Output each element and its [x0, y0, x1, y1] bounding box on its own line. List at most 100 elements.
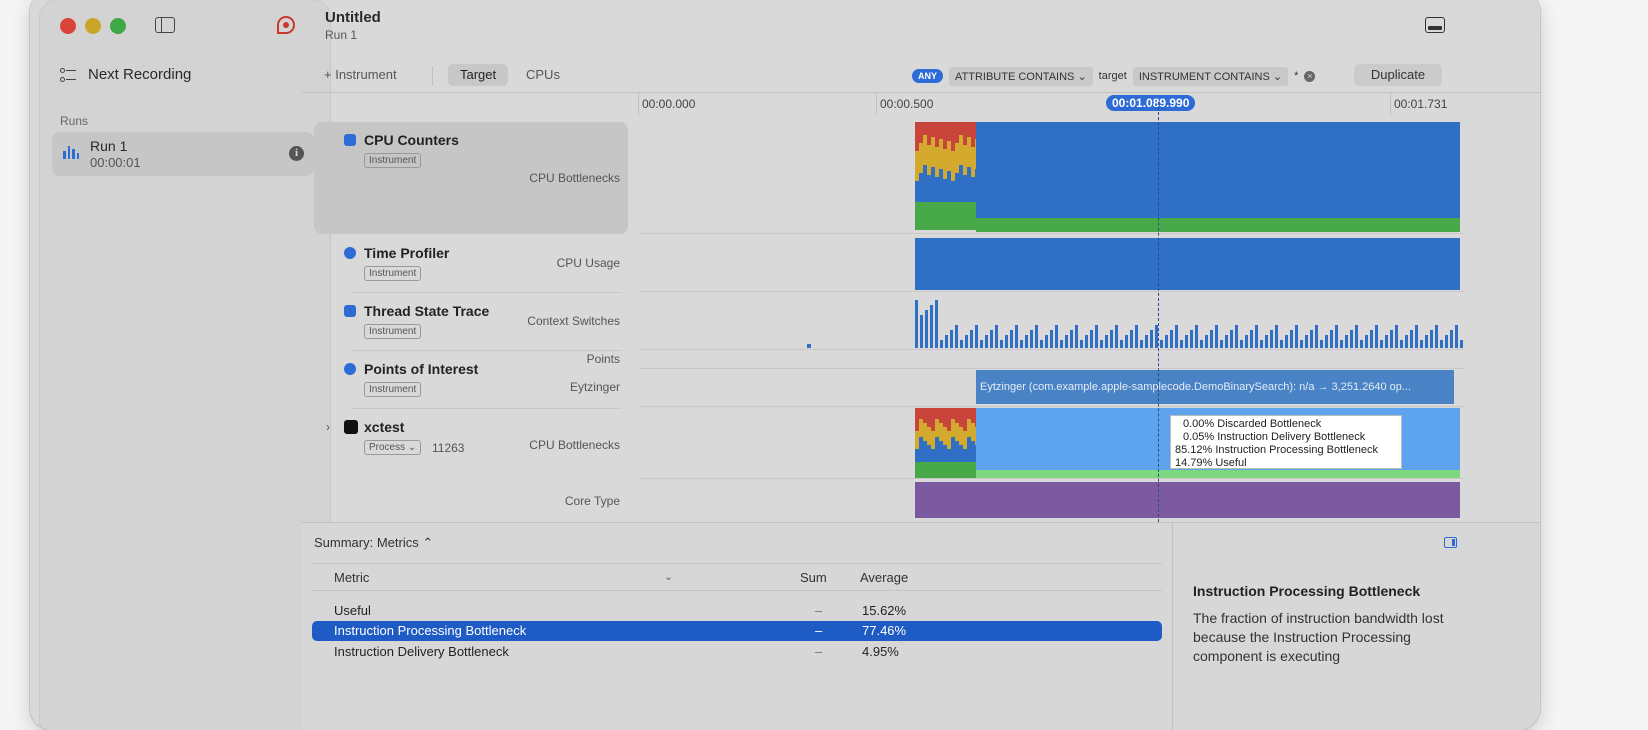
bottleneck-segment: [915, 151, 919, 181]
instrument-contains-chip[interactable]: INSTRUMENT CONTAINS ⌄: [1132, 66, 1289, 86]
bottleneck-segment: [967, 419, 971, 437]
table-row-selected[interactable]: Instruction Processing Bottleneck – 77.4…: [312, 621, 1162, 641]
context-switch-bar: [1120, 340, 1123, 348]
instrument-filter-value[interactable]: *: [1294, 70, 1298, 82]
context-switch-bar: [1395, 325, 1398, 348]
table-row[interactable]: Instruction Delivery Bottleneck – 4.95%: [312, 642, 1162, 662]
any-filter-toggle[interactable]: ANY: [912, 69, 944, 83]
sort-chevron-icon[interactable]: ⌄: [664, 570, 673, 583]
ruler-label-end: 00:01.731: [1394, 97, 1448, 111]
attribute-filter-value[interactable]: target: [1099, 70, 1127, 82]
table-row[interactable]: Useful – 15.62%: [312, 601, 1162, 621]
tab-cpus[interactable]: CPUs: [514, 64, 572, 86]
process-dropdown[interactable]: Process ⌄: [364, 440, 422, 455]
bottleneck-segment: [931, 431, 935, 449]
track-cpu-counters[interactable]: CPU Counters Instrument CPU Bottlenecks: [302, 116, 628, 234]
bottleneck-segment: [923, 135, 927, 165]
document-title: Untitled: [325, 9, 381, 26]
col-average[interactable]: Average: [860, 570, 908, 585]
bottleneck-segment: [939, 423, 943, 441]
bottleneck-segment: [919, 419, 923, 437]
track-time-profiler[interactable]: Time Profiler Instrument CPU Usage: [302, 234, 628, 292]
bottleneck-segment: [923, 441, 927, 462]
bottleneck-segment: [959, 408, 963, 427]
metric-sum: –: [815, 644, 823, 659]
context-switch-bar: [1005, 335, 1008, 348]
metric-average: 77.46%: [862, 623, 907, 638]
col-metric[interactable]: Metric: [334, 570, 369, 585]
context-switch-bar: [1355, 325, 1358, 348]
bottleneck-segment: [919, 122, 923, 143]
bottleneck-segment: [931, 202, 935, 230]
track-name: Time Profiler: [364, 245, 450, 261]
toggle-bottom-panel-icon[interactable]: [1425, 17, 1445, 33]
context-switch-bar: [1320, 340, 1323, 348]
run-name: Run 1: [90, 138, 128, 154]
bottleneck-segment: [923, 462, 927, 478]
duplicate-button[interactable]: Duplicate: [1354, 64, 1442, 86]
attribute-contains-chip[interactable]: ATTRIBUTE CONTAINS ⌄: [949, 66, 1093, 86]
track-name: Points of Interest: [364, 361, 479, 377]
context-switch-bar: [1255, 325, 1258, 348]
track-points-of-interest[interactable]: Points Points of Interest Instrument Eyt…: [302, 350, 628, 408]
close-button[interactable]: [60, 18, 76, 34]
cpu-counters-icon: [344, 134, 356, 146]
bottleneck-segment: [951, 151, 955, 181]
bottleneck-segment: [931, 122, 935, 137]
context-switch-bar: [1260, 340, 1263, 348]
track-tag: Instrument: [364, 382, 422, 397]
bottleneck-segment: [951, 408, 955, 419]
context-switch-bar: [1000, 340, 1003, 348]
add-instrument-button[interactable]: + Instrument: [324, 67, 397, 82]
minimize-button[interactable]: [85, 18, 101, 34]
track-subtitle: Eytzinger: [569, 380, 620, 394]
context-switch-bar: [1190, 330, 1193, 348]
bottleneck-segment: [951, 202, 955, 230]
bottleneck-segment: [959, 165, 963, 202]
context-switch-bar: [1275, 325, 1278, 348]
context-switch-bar: [1070, 330, 1073, 348]
timeline-ruler[interactable]: 00:00.000 00:00.500 00:01.731 00:01.089.…: [638, 93, 1468, 115]
record-icon[interactable]: [277, 16, 295, 34]
bottleneck-segment: [955, 173, 959, 202]
track-xctest[interactable]: › xctest Process ⌄ 11263 CPU Bottlenecks…: [302, 408, 628, 520]
context-switch-bar: [930, 305, 933, 348]
context-switch-bar: [1350, 330, 1353, 348]
clear-filter-icon[interactable]: ×: [1304, 70, 1316, 82]
bottleneck-segment: [943, 149, 947, 179]
context-switch-bar: [1415, 325, 1418, 348]
metric-name: Useful: [334, 603, 371, 618]
context-switch-bar: [1015, 325, 1018, 348]
playhead-time[interactable]: 00:01.089.990: [1106, 95, 1196, 111]
bottleneck-segment: [959, 202, 963, 230]
bottleneck-segment: [935, 122, 939, 147]
context-switch-bar: [1060, 340, 1063, 348]
bottleneck-segment: [939, 122, 943, 139]
bottleneck-segment: [935, 462, 939, 478]
track-subtitle: Context Switches: [527, 314, 620, 328]
zoom-button[interactable]: [110, 18, 126, 34]
summary-selector[interactable]: Summary: Metrics ⌃: [314, 535, 433, 551]
document-subtitle: Run 1: [325, 28, 358, 42]
eytzinger-interval[interactable]: Eytzinger (com.example.apple-samplecode.…: [976, 370, 1454, 404]
run-list-item[interactable]: Run 1 00:00:01 i: [52, 132, 314, 176]
bottleneck-segment: [923, 165, 927, 202]
bottleneck-segment: [947, 141, 951, 171]
context-switch-bar: [1105, 335, 1108, 348]
bottleneck-segment: [971, 202, 975, 230]
bottleneck-segment: [919, 462, 923, 478]
tab-target[interactable]: Target: [448, 64, 509, 86]
track-thread-state[interactable]: Thread State Trace Instrument Context Sw…: [302, 292, 628, 350]
context-switch-bar: [1285, 335, 1288, 348]
bottleneck-segment: [967, 462, 971, 478]
bottleneck-segment: [967, 137, 971, 167]
context-switch-bar: [1430, 330, 1433, 348]
metric-average: 4.95%: [862, 644, 899, 659]
context-switch-bar: [1280, 340, 1283, 348]
context-switch-bar: [935, 300, 938, 348]
next-recording-item[interactable]: Next Recording: [60, 66, 191, 83]
bottleneck-segment: [951, 437, 955, 462]
disclosure-chevron-icon[interactable]: ›: [326, 420, 330, 434]
col-sum[interactable]: Sum: [800, 570, 827, 585]
sidebar-toggle-icon[interactable]: [155, 17, 175, 33]
